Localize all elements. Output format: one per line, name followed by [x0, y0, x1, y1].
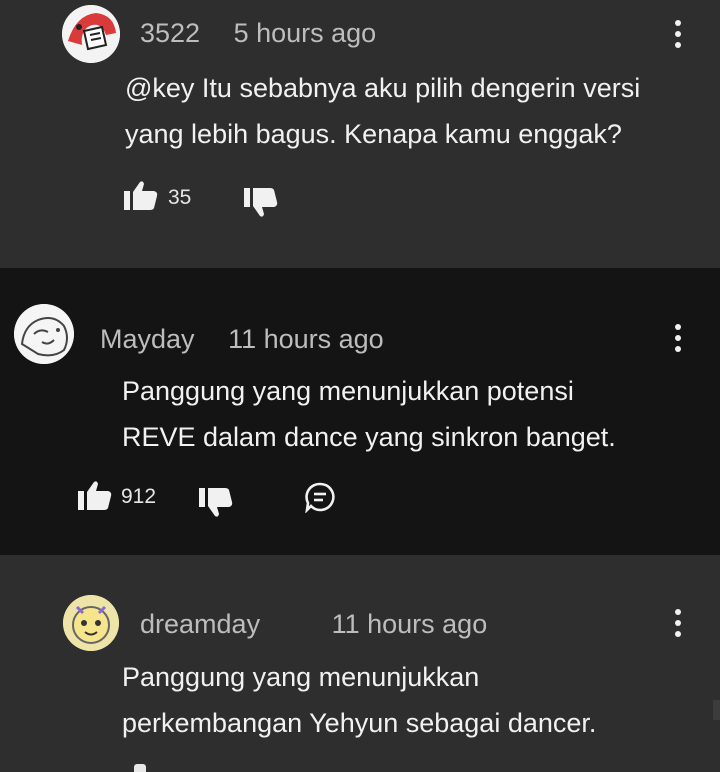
- thumbs-down-icon[interactable]: [199, 486, 233, 523]
- comment-time: 11 hours ago: [228, 324, 384, 354]
- red-cartoon-avatar-icon: [62, 5, 120, 63]
- comment-text-line: @key Itu sebabnya aku pilih dengerin ver…: [125, 73, 641, 103]
- avatar[interactable]: [62, 5, 120, 63]
- avatar[interactable]: [14, 304, 74, 364]
- like-count: 912: [121, 485, 157, 508]
- comment-time: 5 hours ago: [233, 18, 377, 48]
- like-count: 35: [168, 186, 192, 209]
- comment-text-line: REVE dalam dance yang sinkron banget.: [122, 422, 616, 452]
- comment-item: Mayday 11 hours ago Panggung yang menunj…: [0, 268, 720, 555]
- scrollbar[interactable]: [713, 700, 720, 720]
- comment-text-line: Panggung yang menunjukkan: [122, 662, 480, 692]
- thumbs-up-icon[interactable]: [78, 480, 112, 517]
- comment-text-line: yang lebih bagus. Kenapa kamu enggak?: [125, 119, 622, 149]
- yellow-cartoon-avatar-icon: [63, 595, 119, 651]
- thumbs-up-icon[interactable]: [124, 180, 158, 217]
- sketch-cartoon-avatar-icon: [14, 304, 74, 364]
- avatar[interactable]: [63, 595, 119, 651]
- thumbs-down-icon[interactable]: [244, 186, 278, 223]
- comment-time: 11 hours ago: [331, 609, 488, 639]
- reply-icon[interactable]: [304, 481, 336, 518]
- comment-item: 3522 5 hours ago @key Itu sebabnya aku p…: [0, 0, 720, 268]
- more-vert-icon[interactable]: [673, 609, 683, 639]
- more-vert-icon[interactable]: [673, 20, 683, 50]
- more-vert-icon[interactable]: [673, 324, 683, 354]
- comment-author[interactable]: 3522: [140, 18, 200, 48]
- comment-author[interactable]: dreamday: [140, 609, 260, 639]
- comment-author[interactable]: Mayday: [100, 324, 195, 354]
- comment-text-line: Panggung yang menunjukkan potensi: [122, 376, 574, 406]
- comment-text-line: perkembangan Yehyun sebagai dancer.: [122, 708, 597, 738]
- comment-item: dreamday 11 hours ago Panggung yang menu…: [0, 555, 720, 772]
- thumbs-up-icon[interactable]: [134, 764, 146, 772]
